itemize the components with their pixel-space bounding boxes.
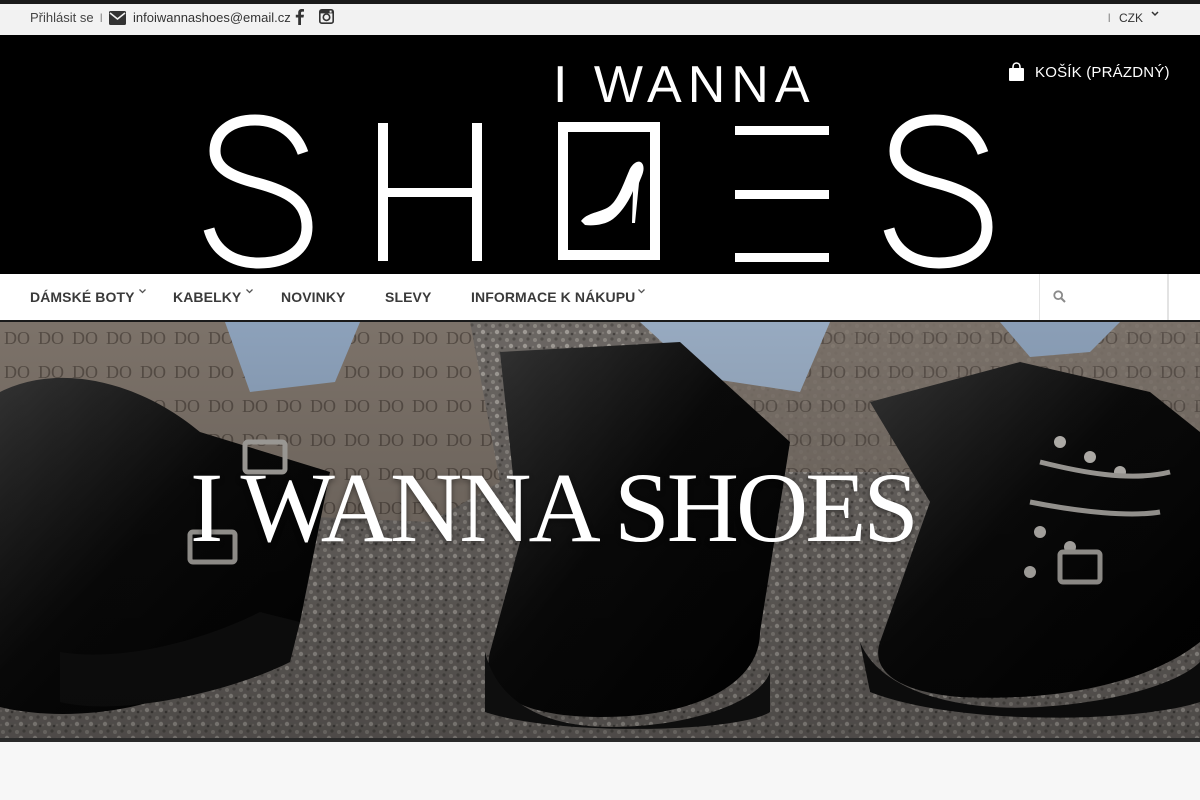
instagram-icon[interactable] <box>319 9 334 24</box>
cart-label: KOŠÍK (PRÁZDNÝ) <box>1035 63 1170 81</box>
separator: | <box>1108 12 1111 22</box>
search-icon[interactable] <box>1053 290 1066 303</box>
shopping-bag-icon <box>1009 62 1024 81</box>
search-box[interactable] <box>1039 274 1168 320</box>
chevron-down-icon[interactable] <box>637 288 646 295</box>
main-navigation: DÁMSKÉ BOTY KABELKY NOVINKY SLEVY INFORM… <box>0 274 1200 322</box>
page-content-area <box>0 742 1200 800</box>
chevron-down-icon[interactable] <box>138 288 147 295</box>
nav-item-kabelky[interactable]: KABELKY <box>173 289 241 305</box>
nav-item-novinky[interactable]: NOVINKY <box>281 289 346 305</box>
facebook-icon[interactable] <box>293 8 305 25</box>
envelope-icon <box>109 11 126 25</box>
email-link[interactable]: infoiwannashoes@email.cz <box>133 10 291 25</box>
separator: | <box>100 12 103 22</box>
nav-item-informace-k-nakupu[interactable]: INFORMACE K NÁKUPU <box>471 289 635 305</box>
cart-link[interactable]: KOŠÍK (PRÁZDNÝ) <box>1008 60 1170 84</box>
chevron-down-icon[interactable] <box>245 288 254 295</box>
currency-selector[interactable]: CZK <box>1119 11 1143 25</box>
nav-item-slevy[interactable]: SLEVY <box>385 289 431 305</box>
top-bar: Přihlásit se | infoiwannashoes@email.cz … <box>0 0 1200 35</box>
hero-title: I WANNA SHOES <box>190 452 919 563</box>
nav-item-damske-boty[interactable]: DÁMSKÉ BOTY <box>30 289 135 305</box>
nav-edge <box>1168 274 1200 320</box>
chevron-down-icon[interactable] <box>1150 10 1160 18</box>
login-link[interactable]: Přihlásit se <box>30 10 94 25</box>
site-header: I WANNA KOŠÍK (PRÁZDNÝ) <box>0 35 1200 274</box>
search-input[interactable] <box>1072 284 1166 312</box>
logo-top-text: I WANNA <box>553 56 816 114</box>
site-logo[interactable]: I WANNA <box>195 45 1005 270</box>
